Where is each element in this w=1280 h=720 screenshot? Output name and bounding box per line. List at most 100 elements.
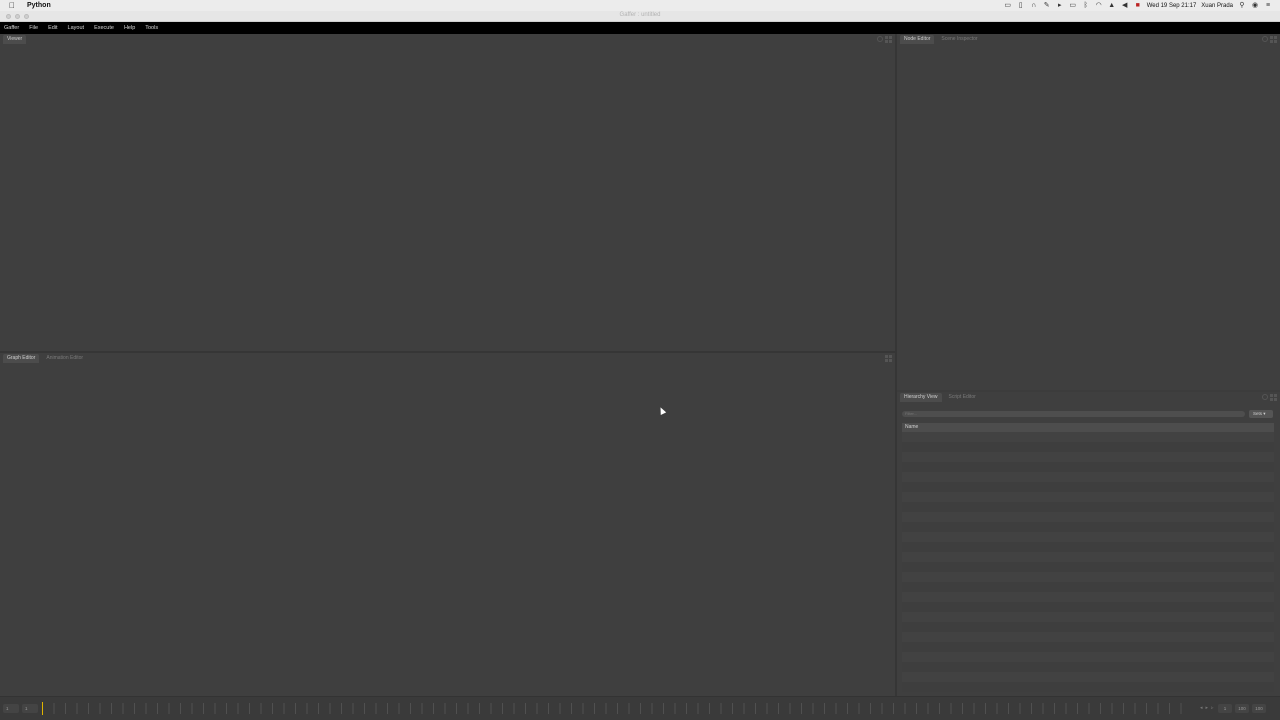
viewer-tabbar: Viewer <box>0 34 895 45</box>
list-item[interactable] <box>902 482 1274 492</box>
username[interactable]: Xuan Prada <box>1201 3 1233 9</box>
list-item[interactable] <box>902 442 1274 452</box>
display-icon[interactable]: ▭ <box>1004 2 1012 9</box>
list-item[interactable] <box>902 432 1274 442</box>
list-item[interactable] <box>902 522 1274 532</box>
range-start-field[interactable]: 1 <box>1218 704 1232 713</box>
list-item[interactable] <box>902 582 1274 592</box>
airplay-icon[interactable]: ▭ <box>1069 2 1077 9</box>
viewer-panel[interactable]: Viewer <box>0 34 895 351</box>
bluetooth-icon[interactable]: ᛒ <box>1082 2 1090 9</box>
list-item[interactable] <box>902 642 1274 652</box>
headphones-icon[interactable]: ∩ <box>1030 2 1038 9</box>
macos-menubar:  Python ▭ ▯ ∩ ✎ ▸ ▭ ᛒ ◠ ▲ ◀ ■ Wed 19 Se… <box>0 0 1280 11</box>
list-item[interactable] <box>902 512 1274 522</box>
list-item[interactable] <box>902 662 1274 672</box>
frame-ruler[interactable] <box>42 703 1192 714</box>
list-item[interactable] <box>902 462 1274 472</box>
list-item[interactable] <box>902 612 1274 622</box>
window-titlebar: Gaffer : untitled <box>0 11 1280 22</box>
pin-icon[interactable] <box>877 36 883 42</box>
list-item[interactable] <box>902 502 1274 512</box>
tab-graph-editor[interactable]: Graph Editor <box>3 354 40 363</box>
range-end-field[interactable]: 100 <box>1235 704 1249 713</box>
battery-icon[interactable]: ▯ <box>1017 2 1025 9</box>
eject-icon[interactable]: ▲ <box>1108 2 1116 9</box>
list-item[interactable] <box>902 632 1274 642</box>
pin-icon[interactable] <box>1262 394 1268 400</box>
hierarchy-rows <box>902 432 1274 692</box>
layout-grid-icon[interactable] <box>1270 36 1277 43</box>
menu-layout[interactable]: Layout <box>63 22 90 34</box>
pin-icon[interactable] <box>1262 36 1268 42</box>
volume-bar-icon[interactable]: ▸ <box>1056 2 1064 9</box>
playhead[interactable] <box>42 702 43 715</box>
menu-tools[interactable]: Tools <box>140 22 163 34</box>
graph-editor-panel[interactable]: Graph Editor Animation Editor <box>0 353 895 696</box>
playback-controls: ◂ ▸ ▹ <box>1200 704 1214 713</box>
app-menubar: Gaffer File Edit Layout Execute Help Too… <box>0 22 1280 34</box>
tab-hierarchy-view[interactable]: Hierarchy View <box>900 393 942 402</box>
list-item[interactable] <box>902 552 1274 562</box>
filter-input[interactable]: Filter... <box>902 411 1245 417</box>
tab-scene-inspector[interactable]: Scene Inspector <box>937 35 981 44</box>
list-item[interactable] <box>902 572 1274 582</box>
start-frame-field[interactable]: 1 <box>3 704 19 713</box>
list-item[interactable] <box>902 452 1274 462</box>
graph-tabbar: Graph Editor Animation Editor <box>0 353 895 364</box>
list-item[interactable] <box>902 672 1274 682</box>
play-forward-icon[interactable]: ▸ <box>1206 704 1209 713</box>
flag-icon[interactable]: ■ <box>1134 2 1142 9</box>
step-icon[interactable]: ▹ <box>1211 704 1214 713</box>
list-item[interactable] <box>902 492 1274 502</box>
node-tabbar: Node Editor Scene Inspector <box>897 34 1280 45</box>
list-icon[interactable]: ≡ <box>1264 2 1272 9</box>
sets-dropdown[interactable]: Sets ▾ <box>1249 410 1273 418</box>
menu-file[interactable]: File <box>24 22 43 34</box>
list-item[interactable] <box>902 622 1274 632</box>
current-frame-field[interactable]: 1 <box>22 704 38 713</box>
hierarchy-tabbar: Hierarchy View Script Editor <box>897 392 1280 403</box>
status-area: ▭ ▯ ∩ ✎ ▸ ▭ ᛒ ◠ ▲ ◀ ■ Wed 19 Sep 21:17 X… <box>1004 2 1280 9</box>
list-item[interactable] <box>902 472 1274 482</box>
pen-icon[interactable]: ✎ <box>1043 2 1051 9</box>
name-column-header[interactable]: Name <box>902 423 1274 432</box>
wifi-icon[interactable]: ◠ <box>1095 2 1103 9</box>
volume-icon[interactable]: ◀ <box>1121 2 1129 9</box>
siri-icon[interactable]: ◉ <box>1251 2 1259 9</box>
hierarchy-corner-controls <box>1262 394 1277 401</box>
menu-help[interactable]: Help <box>119 22 140 34</box>
hierarchy-view-panel[interactable]: Hierarchy View Script Editor Filter... S… <box>897 392 1280 696</box>
datetime[interactable]: Wed 19 Sep 21:17 <box>1147 3 1197 9</box>
app-name[interactable]: Python <box>27 2 51 9</box>
window-title: Gaffer : untitled <box>619 12 661 18</box>
end-frame-field[interactable]: 100 <box>1252 704 1266 713</box>
tab-script-editor[interactable]: Script Editor <box>945 393 980 402</box>
tab-viewer[interactable]: Viewer <box>3 35 27 44</box>
search-icon[interactable]: ⚲ <box>1238 2 1246 9</box>
timeline: 1 1 ◂ ▸ ▹ 1 100 100 <box>0 696 1280 720</box>
menu-gaffer[interactable]: Gaffer <box>0 22 24 34</box>
tab-animation-editor[interactable]: Animation Editor <box>42 354 87 363</box>
node-corner-controls <box>1262 36 1277 43</box>
node-editor-panel[interactable]: Node Editor Scene Inspector <box>897 34 1280 390</box>
list-item[interactable] <box>902 652 1274 662</box>
list-item[interactable] <box>902 532 1274 542</box>
layout-grid-icon[interactable] <box>885 36 892 43</box>
range-fields: 1 100 100 <box>1218 704 1266 713</box>
menu-edit[interactable]: Edit <box>43 22 62 34</box>
layout-grid-icon[interactable] <box>1270 394 1277 401</box>
sets-label: Sets <box>1253 411 1263 416</box>
list-item[interactable] <box>902 542 1274 552</box>
list-item[interactable] <box>902 562 1274 572</box>
viewer-corner-controls <box>877 36 892 43</box>
apple-icon[interactable]:  <box>9 0 19 11</box>
list-item[interactable] <box>902 682 1274 692</box>
list-item[interactable] <box>902 602 1274 612</box>
layout-grid-icon[interactable] <box>885 355 892 362</box>
menu-execute[interactable]: Execute <box>89 22 119 34</box>
graph-corner-controls <box>885 355 892 362</box>
tab-node-editor[interactable]: Node Editor <box>900 35 935 44</box>
play-back-icon[interactable]: ◂ <box>1200 704 1203 713</box>
list-item[interactable] <box>902 592 1274 602</box>
